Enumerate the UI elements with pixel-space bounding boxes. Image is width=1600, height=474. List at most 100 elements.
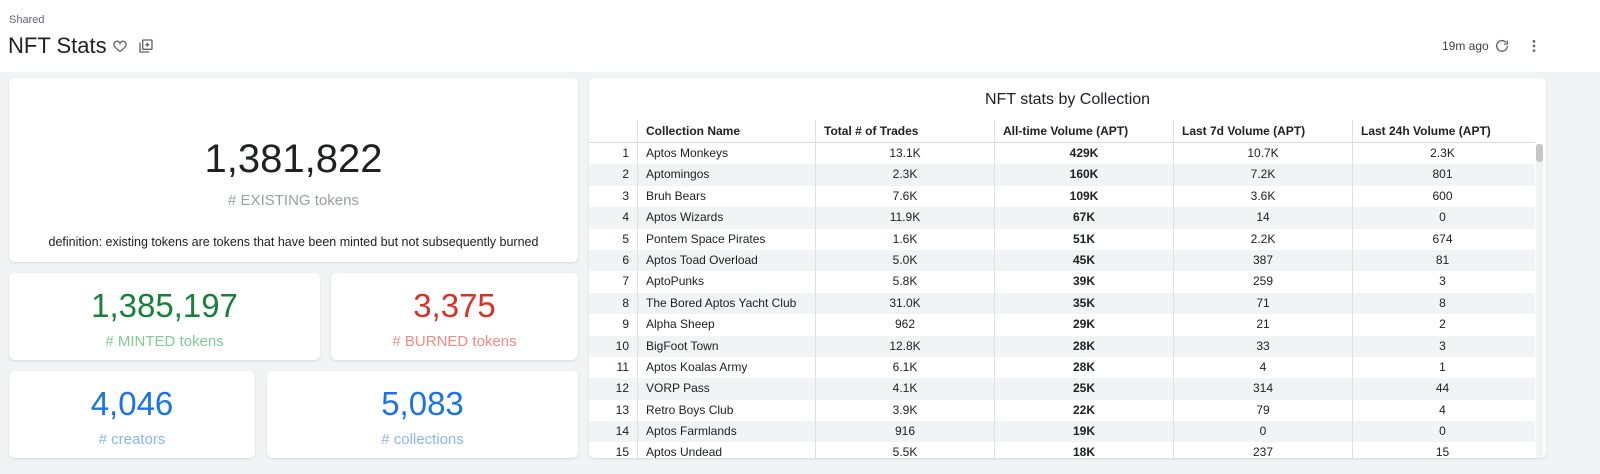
last-7d-volume-cell: 33 [1173, 335, 1352, 357]
total-trades-cell: 2.3K [815, 164, 994, 186]
table-row[interactable]: 13 Retro Boys Club 3.9K 22K 79 4 [589, 399, 1535, 422]
column-header-24h-volume[interactable]: Last 24h Volume (APT) [1352, 120, 1532, 142]
collection-name-cell: BigFoot Town [637, 335, 815, 357]
minted-tokens-scorecard: 1,385,197 # MINTED tokens [9, 273, 320, 360]
row-index: 14 [615, 424, 629, 439]
table-row[interactable]: 12 VORP Pass 4.1K 25K 314 44 [589, 378, 1535, 400]
total-trades-cell: 916 [815, 421, 994, 443]
all-time-volume-cell: 18K [994, 442, 1173, 458]
total-trades-cell: 5.8K [815, 271, 994, 293]
last-7d-volume-cell: 259 [1173, 271, 1352, 293]
all-time-volume-cell: 19K [994, 421, 1173, 443]
all-time-volume-cell: 109K [994, 185, 1173, 208]
last-7d-volume-cell: 71 [1173, 292, 1352, 315]
all-time-volume-cell: 429K [994, 143, 1173, 165]
last-7d-volume-cell: 2.2K [1173, 228, 1352, 250]
last-7d-volume-cell: 237 [1173, 442, 1352, 458]
table-row[interactable]: 9 Alpha Sheep 962 29K 21 2 [589, 314, 1535, 336]
column-header-collection-name[interactable]: Collection Name [637, 120, 815, 142]
row-index: 4 [622, 210, 629, 225]
collections-scorecard: 5,083 # collections [267, 371, 578, 458]
last-24h-volume-cell: 1 [1352, 356, 1532, 379]
all-time-volume-cell: 51K [994, 228, 1173, 250]
table-row[interactable]: 3 Bruh Bears 7.6K 109K 3.6K 600 [589, 185, 1535, 208]
total-trades-cell: 11.9K [815, 207, 994, 229]
last-7d-volume-cell: 14 [1173, 207, 1352, 229]
collections-value: 5,083 [381, 385, 464, 422]
existing-tokens-scorecard: 1,381,822 # EXISTING tokens definition: … [9, 78, 578, 262]
total-trades-cell: 962 [815, 314, 994, 336]
total-trades-cell: 5.5K [815, 442, 994, 458]
all-time-volume-cell: 29K [994, 314, 1173, 336]
row-index: 9 [622, 317, 629, 332]
row-index: 5 [622, 231, 629, 246]
table-title: NFT stats by Collection [984, 91, 1151, 108]
burned-tokens-label: # BURNED tokens [392, 333, 517, 350]
table-row[interactable]: 15 Aptos Undead 5.5K 18K 237 15 [589, 442, 1535, 458]
all-time-volume-cell: 39K [994, 271, 1173, 293]
creators-scorecard: 4,046 # creators [9, 371, 255, 458]
column-header-total-trades[interactable]: Total # of Trades [815, 120, 994, 142]
existing-tokens-definition: definition: existing tokens are tokens t… [48, 235, 539, 249]
last-24h-volume-cell: 81 [1352, 249, 1532, 272]
collection-name-cell: Aptos Koalas Army [637, 356, 815, 379]
total-trades-cell: 1.6K [815, 228, 994, 250]
collection-name-cell: Aptos Undead [637, 442, 815, 458]
collection-name-cell: VORP Pass [637, 378, 815, 400]
total-trades-cell: 6.1K [815, 356, 994, 379]
dashboard-header: Shared NFT Stats 19m ago [0, 0, 1600, 72]
all-time-volume-cell: 35K [994, 292, 1173, 315]
column-header-7d-volume[interactable]: Last 7d Volume (APT) [1173, 120, 1352, 142]
table-row[interactable]: 8 The Bored Aptos Yacht Club 31.0K 35K 71 8 [589, 292, 1535, 315]
table-body: 1 Aptos Monkeys 13.1K 429K 10.7K 2.3K 2 Aptomin… [589, 143, 1535, 458]
table-row[interactable]: 11 Aptos Koalas Army 6.1K 28K 4 1 [589, 356, 1535, 379]
last-24h-volume-cell: 44 [1352, 378, 1532, 400]
table-row[interactable]: 7 AptoPunks 5.8K 39K 259 3 [589, 271, 1535, 293]
last-24h-volume-cell: 4 [1352, 399, 1532, 422]
row-index: 12 [615, 381, 629, 396]
creators-label: # creators [98, 431, 166, 448]
row-index: 15 [615, 445, 629, 458]
table-scrollbar[interactable] [1536, 144, 1543, 458]
collection-name-cell: Aptos Monkeys [637, 143, 815, 165]
all-time-volume-cell: 28K [994, 356, 1173, 379]
scrollbar-thumb[interactable] [1536, 144, 1543, 162]
row-index: 2 [622, 167, 629, 182]
last-24h-volume-cell: 2.3K [1352, 143, 1532, 165]
last-7d-volume-cell: 21 [1173, 314, 1352, 336]
table-row[interactable]: 6 Aptos Toad Overload 5.0K 45K 387 81 [589, 249, 1535, 272]
page-title: NFT Stats [8, 33, 107, 58]
all-time-volume-cell: 28K [994, 335, 1173, 357]
heart-icon[interactable] [110, 36, 130, 56]
collection-name-cell: Bruh Bears [637, 185, 815, 208]
total-trades-cell: 12.8K [815, 335, 994, 357]
existing-tokens-label: # EXISTING tokens [228, 192, 359, 209]
column-header-all-time-volume[interactable]: All-time Volume (APT) [994, 120, 1173, 142]
last-7d-volume-cell: 10.7K [1173, 143, 1352, 165]
table-row[interactable]: 2 Aptomingos 2.3K 160K 7.2K 801 [589, 164, 1535, 186]
row-index: 8 [622, 295, 629, 310]
collection-name-cell: Retro Boys Club [637, 399, 815, 422]
total-trades-cell: 3.9K [815, 399, 994, 422]
table-header: Collection Name Total # of Trades All-ti… [589, 120, 1535, 143]
breadcrumb[interactable]: Shared [9, 14, 44, 26]
collection-name-cell: Alpha Sheep [637, 314, 815, 336]
last-7d-volume-cell: 7.2K [1173, 164, 1352, 186]
table-row[interactable]: 4 Aptos Wizards 11.9K 67K 14 0 [589, 207, 1535, 229]
table-row[interactable]: 10 BigFoot Town 12.8K 28K 33 3 [589, 335, 1535, 357]
refresh-icon[interactable] [1492, 36, 1512, 56]
last-24h-volume-cell: 2 [1352, 314, 1532, 336]
total-trades-cell: 4.1K [815, 378, 994, 400]
last-24h-volume-cell: 3 [1352, 271, 1532, 293]
all-time-volume-cell: 67K [994, 207, 1173, 229]
collection-stats-table: NFT stats by Collection Collection Name … [589, 78, 1546, 458]
creators-value: 4,046 [90, 385, 174, 422]
table-row[interactable]: 1 Aptos Monkeys 13.1K 429K 10.7K 2.3K [589, 143, 1535, 165]
collections-label: # collections [381, 431, 464, 448]
more-vert-icon[interactable] [1524, 36, 1544, 56]
table-row[interactable]: 5 Pontem Space Pirates 1.6K 51K 2.2K 674 [589, 228, 1535, 250]
collection-name-cell: Aptos Farmlands [637, 421, 815, 443]
copy-icon[interactable] [136, 36, 156, 56]
last-24h-volume-cell: 0 [1352, 207, 1532, 229]
table-row[interactable]: 14 Aptos Farmlands 916 19K 0 0 [589, 421, 1535, 443]
